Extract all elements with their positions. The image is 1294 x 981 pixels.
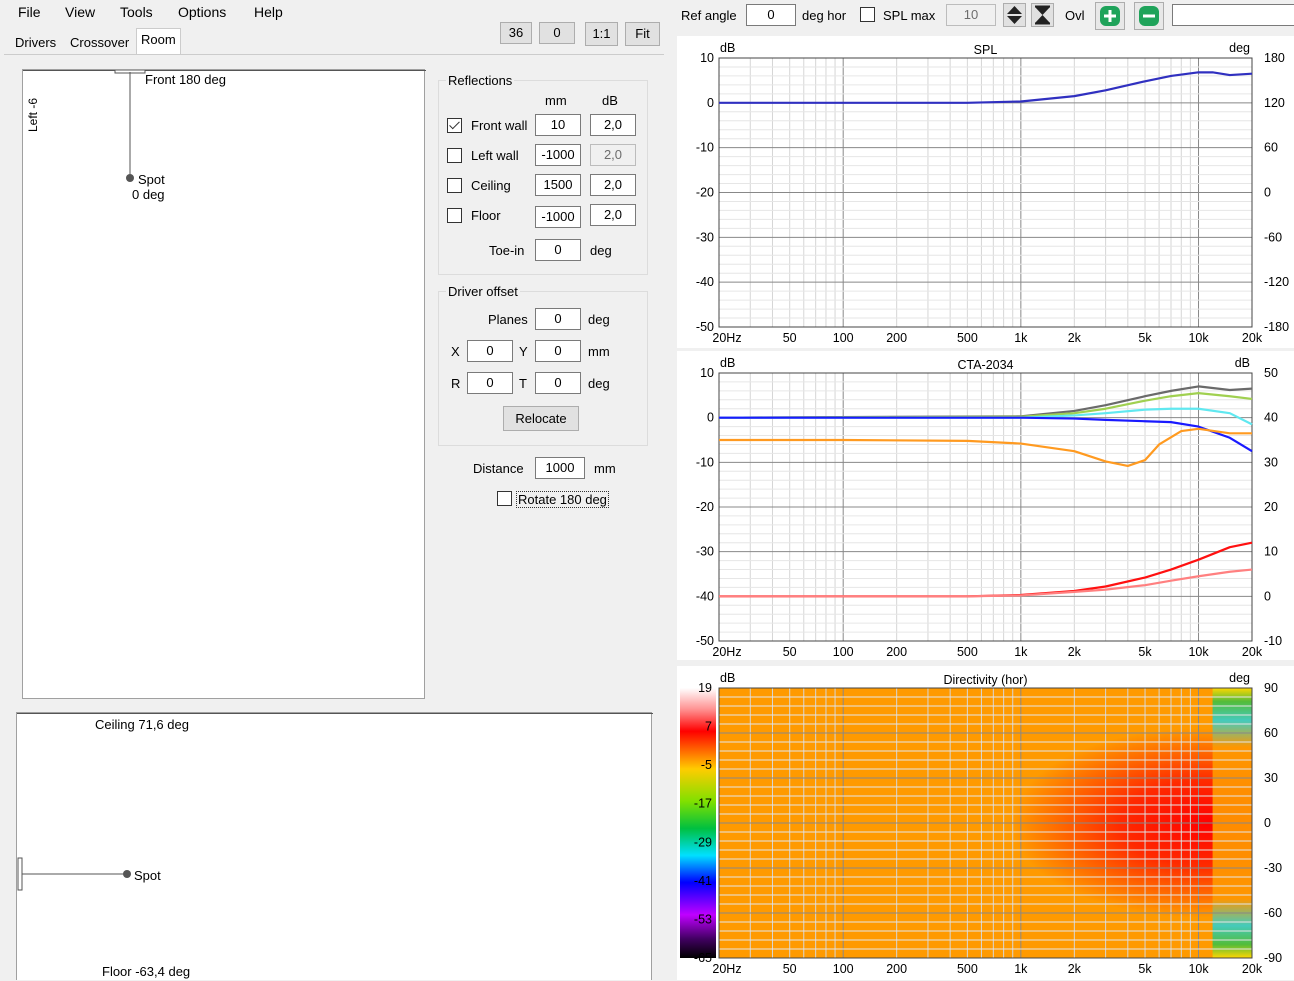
y-tick: -10 [696,455,714,469]
colorbar-tick: -17 [694,797,712,811]
x-tick: 1k [1014,645,1028,659]
chart-title: Directivity (hor) [943,673,1027,687]
y2-tick: -60 [1264,230,1282,244]
y2-axis-unit: deg [1229,41,1250,55]
colorbar-tick: -29 [694,835,712,849]
colorbar-tick: 7 [705,720,712,734]
y2-tick: 30 [1264,771,1278,785]
x-tick: 100 [833,962,854,976]
chart-title: CTA-2034 [957,358,1013,372]
y2-tick: 10 [1264,545,1278,559]
y-tick: -40 [696,275,714,289]
x-tick: 5k [1138,962,1152,976]
y2-tick: 50 [1264,366,1278,380]
y-tick: -50 [696,634,714,648]
y2-tick: -10 [1264,634,1282,648]
colorbar-tick: -41 [694,874,712,888]
x-tick: 500 [957,331,978,345]
x-tick: 200 [886,962,907,976]
chart-1: SPLdB deg100-10-20-30-40-50180120600-60-1… [677,36,1294,348]
y-axis-unit: dB [720,356,735,370]
y2-tick: -90 [1264,951,1282,965]
x-tick: 200 [886,331,907,345]
colorbar-tick: 19 [698,681,712,695]
x-tick: 50 [783,962,797,976]
y2-tick: -180 [1264,320,1289,334]
y-axis-unit: dB [720,41,735,55]
y-tick: 10 [700,51,714,65]
chart-2: CTA-2034dB dB100-10-20-30-40-505040302010… [677,351,1294,660]
y2-tick: 0 [1264,186,1271,200]
y-tick: -30 [696,230,714,244]
x-tick: 1k [1014,331,1028,345]
x-tick: 500 [957,645,978,659]
x-tick: 50 [783,331,797,345]
colorbar-tick: -5 [701,758,712,772]
y2-tick: 40 [1264,411,1278,425]
y-tick: -50 [696,320,714,334]
y-tick: 10 [700,366,714,380]
x-tick: 2k [1068,962,1082,976]
y-tick: -20 [696,500,714,514]
y-tick: -10 [696,141,714,155]
x-tick: 10k [1188,962,1209,976]
y-axis-unit: dB [720,671,735,685]
x-tick: 20k [1242,645,1263,659]
x-tick: 2k [1068,645,1082,659]
y2-tick: -30 [1264,861,1282,875]
y2-tick: -120 [1264,275,1289,289]
charts-area: SPLdB deg100-10-20-30-40-50180120600-60-1… [677,36,1294,980]
x-tick: 5k [1138,331,1152,345]
x-tick: 200 [886,645,907,659]
chart-background [677,351,1294,660]
y2-tick: 0 [1264,589,1271,603]
y-tick: -40 [696,589,714,603]
y2-tick: 60 [1264,141,1278,155]
y2-tick: -60 [1264,906,1282,920]
y-tick: 0 [707,96,714,110]
colorbar-tick: -53 [694,912,712,926]
y2-axis-unit: deg [1229,671,1250,685]
y2-tick: 120 [1264,96,1285,110]
x-tick: 5k [1138,645,1152,659]
chart-3: 19 7 -5 -17 -29 -41 -53 -65 Directivity (hor) dB d… [677,666,1294,980]
y2-tick: 60 [1264,726,1278,740]
x-tick: 2k [1068,331,1082,345]
x-tick: 1k [1014,962,1028,976]
x-tick: 20Hz [712,331,741,345]
y-tick: -30 [696,545,714,559]
x-tick: 100 [833,331,854,345]
colorbar-tick: -65 [694,951,712,965]
x-tick: 10k [1188,645,1209,659]
y-tick: 0 [707,411,714,425]
y2-axis-unit: dB [1235,356,1250,370]
x-tick: 100 [833,645,854,659]
chart-title: SPL [974,43,998,57]
x-tick: 50 [783,645,797,659]
x-tick: 20Hz [712,962,741,976]
y2-tick: 30 [1264,455,1278,469]
x-tick: 500 [957,962,978,976]
y2-tick: 90 [1264,681,1278,695]
x-tick: 20k [1242,331,1263,345]
x-tick: 10k [1188,331,1209,345]
y-tick: -20 [696,186,714,200]
y2-tick: 180 [1264,51,1285,65]
x-tick: 20Hz [712,645,741,659]
x-tick: 20k [1242,962,1263,976]
y2-tick: 20 [1264,500,1278,514]
y2-tick: 0 [1264,816,1271,830]
